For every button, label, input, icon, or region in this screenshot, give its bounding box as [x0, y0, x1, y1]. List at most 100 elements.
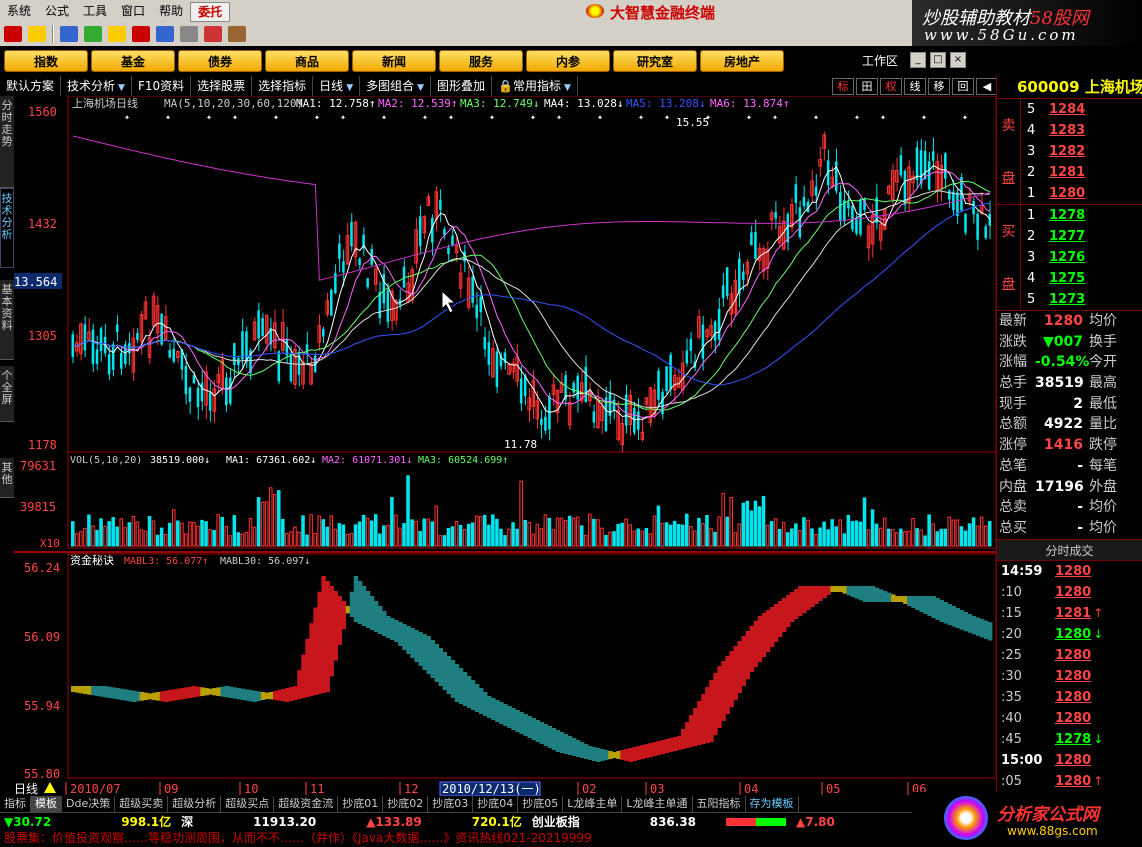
indicator-tab[interactable]: L龙峰主单 — [563, 796, 623, 812]
stat-label2: 换手 — [1089, 333, 1117, 350]
move-button[interactable]: 移 — [928, 78, 950, 95]
restore-button[interactable]: 回 — [952, 78, 974, 95]
minimize-icon[interactable]: _ — [910, 52, 926, 68]
indicator-band-segment — [523, 714, 528, 736]
candle-body-down — [277, 351, 281, 382]
tab-fullscreen[interactable]: 个全屏 — [0, 366, 14, 422]
sz-label[interactable]: 深 — [181, 813, 193, 830]
stat-label2: 每笔 — [1089, 457, 1117, 474]
tab-other[interactable]: 其他 — [0, 458, 14, 498]
indicator-tab[interactable]: 抄底03 — [428, 796, 474, 812]
indicator-tab[interactable]: 超级买卖 — [115, 796, 169, 812]
menu-trade[interactable]: 委托 — [190, 1, 231, 22]
nav-realestate-button[interactable]: 房地产 — [700, 50, 784, 72]
volume-bar-down — [337, 523, 342, 547]
menu-formula[interactable]: 公式 — [38, 0, 76, 22]
home-icon[interactable] — [28, 26, 46, 42]
indicator-band-segment — [806, 586, 811, 610]
volume-bar-down — [470, 522, 475, 547]
indicator-band-segment — [600, 749, 605, 761]
workarea-button[interactable]: 工作区 — [862, 52, 898, 69]
volume-bar-up — [891, 529, 895, 547]
kline-chart[interactable]: 1560 1432 1305 1178 13.564 上海机场日线 MA(5,1… — [0, 95, 997, 797]
common-indicator-menu[interactable]: 🔒常用指标 ▼ — [492, 76, 578, 96]
volume-bar-down — [487, 524, 491, 547]
menu-system[interactable]: 系统 — [0, 0, 38, 22]
stock-code: 600009 — [1017, 78, 1080, 96]
indicator-band-segment — [123, 689, 128, 701]
indicator-tab[interactable]: 抄底05 — [518, 796, 564, 812]
indicator-band-segment — [478, 688, 484, 714]
flag-icon[interactable] — [4, 26, 22, 42]
volume-bar-down — [406, 475, 410, 547]
line-button[interactable]: 线 — [904, 78, 926, 95]
chart-icon[interactable] — [156, 26, 174, 42]
tab-tech-analysis[interactable]: 技术分析 — [0, 188, 14, 268]
stat-label: 总买 — [999, 519, 1027, 536]
nav-service-button[interactable]: 服务 — [439, 50, 523, 72]
indicator-tab[interactable]: 抄底02 — [383, 796, 429, 812]
candle-body-down — [665, 366, 668, 392]
tab-intraday[interactable]: 分时走势 — [0, 96, 14, 188]
multi-chart-menu[interactable]: 多图组合 ▼ — [360, 76, 432, 96]
tech-analysis-menu[interactable]: 技术分析 ▼ — [61, 76, 132, 96]
stop-icon[interactable] — [132, 26, 150, 42]
indicator-band-segment — [277, 690, 282, 701]
help-cursor-icon[interactable] — [228, 26, 246, 42]
indicator-tab[interactable]: 五阳指标 — [693, 796, 746, 812]
diamond-icon[interactable] — [108, 26, 126, 42]
period-menu[interactable]: 日线 ▼ — [313, 76, 361, 96]
nav-research-button[interactable]: 研究室 — [613, 50, 697, 72]
nav-news-button[interactable]: 新闻 — [352, 50, 436, 72]
indicator-tab[interactable]: L龙峰主单通 — [622, 796, 693, 812]
indicator-tab[interactable]: 模板 — [31, 796, 62, 812]
menu-window[interactable]: 窗口 — [114, 0, 152, 22]
binoculars-icon[interactable] — [60, 26, 78, 42]
nav-fund-button[interactable]: 基金 — [91, 50, 175, 72]
tick-time: :10 — [1001, 584, 1022, 600]
window-icon[interactable] — [180, 26, 198, 42]
ticks-header[interactable]: 分时成交 — [997, 538, 1142, 561]
indicator-tab[interactable]: 指标 — [0, 796, 31, 812]
back-button[interactable]: ◀ — [976, 78, 998, 95]
news-ticker[interactable]: 股票集：价值投资观察……等稳功测周围，从而不不……（并作）《Java大数据……》… — [0, 830, 912, 847]
volume-bar-down — [943, 528, 948, 547]
grid-button[interactable]: 田 — [856, 78, 878, 95]
network-icon[interactable] — [84, 26, 102, 42]
menu-help[interactable]: 帮助 — [152, 0, 190, 22]
volume-bar-up — [838, 519, 843, 547]
nav-bond-button[interactable]: 债券 — [178, 50, 262, 72]
nav-index-button[interactable]: 指数 — [4, 50, 88, 72]
tab-fundamentals[interactable]: 基本资料 — [0, 280, 14, 360]
maximize-icon[interactable]: □ — [930, 52, 946, 68]
indicator-band-segment — [353, 576, 359, 622]
period-label[interactable]: 日线 — [14, 782, 38, 796]
volume-bar-down — [256, 497, 261, 547]
indicator-tab[interactable]: 抄底04 — [473, 796, 519, 812]
f10-button[interactable]: F10资料 — [132, 76, 192, 96]
book-icon[interactable] — [204, 26, 222, 42]
indicator-tab[interactable]: 超级买点 — [221, 796, 275, 812]
indicator-tab[interactable]: 超级资金流 — [274, 796, 339, 812]
overlay-menu[interactable]: 图形叠加 — [431, 76, 493, 96]
stat-row: 涨跌 ▼007 换手 — [997, 332, 1142, 353]
indicator-tab[interactable]: 存为模板 — [746, 796, 799, 812]
mark-button[interactable]: 标 — [832, 78, 854, 95]
select-stock-button[interactable]: 选择股票 — [191, 76, 253, 96]
volume-bar-down — [321, 519, 325, 547]
scheme-selector[interactable]: 默认方案 — [0, 76, 62, 96]
volume-bar-down — [676, 523, 681, 547]
nav-commodity-button[interactable]: 商品 — [265, 50, 349, 72]
menu-tools[interactable]: 工具 — [76, 0, 114, 22]
indicator-tab[interactable]: 抄底01 — [338, 796, 384, 812]
indicator-tab[interactable]: Dde决策 — [62, 796, 116, 812]
cyb-label[interactable]: 创业板指 — [532, 813, 580, 830]
select-indicator-button[interactable]: 选择指标 — [252, 76, 314, 96]
dropdown-icon: ▼ — [346, 83, 354, 93]
rights-button[interactable]: 权 — [880, 78, 902, 95]
volume-bar-down — [369, 520, 374, 547]
close-icon[interactable]: × — [950, 52, 966, 68]
indicator-tab[interactable]: 超级分析 — [168, 796, 222, 812]
nav-insider-button[interactable]: 内参 — [526, 50, 610, 72]
x-axis-label: 2010/07 — [70, 782, 121, 796]
